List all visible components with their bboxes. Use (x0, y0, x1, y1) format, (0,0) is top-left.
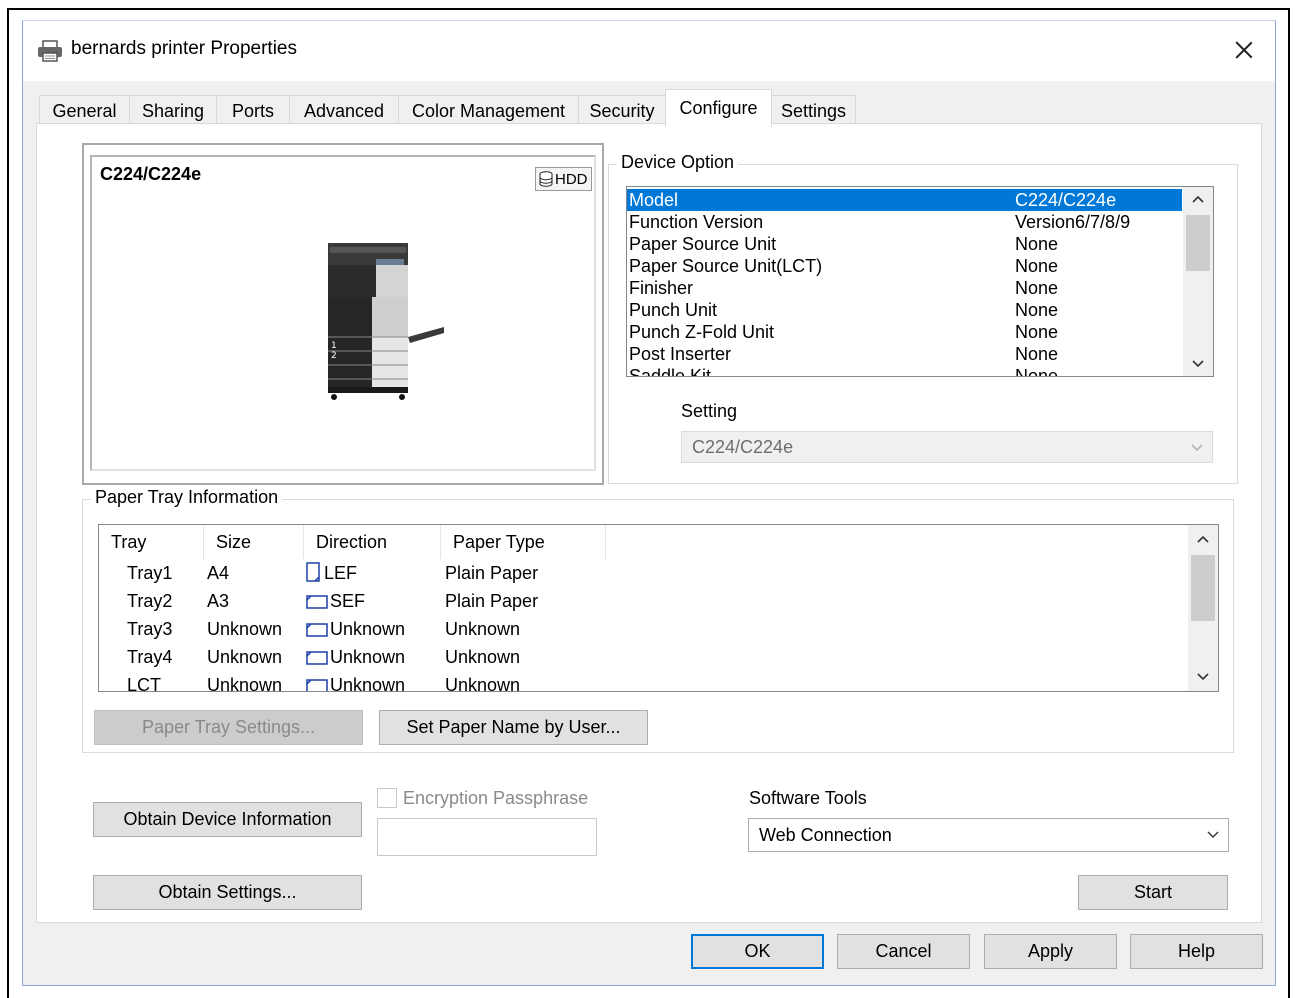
scroll-down-icon[interactable] (1188, 665, 1218, 689)
encryption-passphrase-label: Encryption Passphrase (403, 788, 589, 808)
sef-orientation-icon (306, 651, 328, 665)
paper-type-cell: Plain Paper (445, 563, 539, 583)
list-item[interactable]: Paper Source Unit(LCT) None (627, 255, 1182, 277)
list-item[interactable]: Paper Source Unit None (627, 233, 1182, 255)
direction-cell: Unknown (306, 615, 405, 643)
encryption-passphrase-input[interactable] (377, 818, 597, 856)
setting-dropdown[interactable]: C224/C224e (681, 431, 1213, 463)
column-header-paper-type[interactable]: Paper Type (441, 525, 606, 559)
preview-panel: C224/C224e HDD 1 2 (90, 155, 596, 471)
sef-orientation-icon (306, 679, 328, 691)
direction-cell: SEF (306, 587, 365, 615)
size-cell: A4 (207, 563, 230, 583)
scroll-down-icon[interactable] (1183, 352, 1213, 376)
list-item[interactable]: Punch Unit None (627, 299, 1182, 321)
paper-tray-settings-button[interactable]: Paper Tray Settings... (94, 710, 363, 745)
list-item[interactable]: Saddle Kit None (627, 365, 1182, 376)
scroll-up-icon[interactable] (1183, 187, 1213, 211)
chevron-down-icon (1207, 831, 1219, 838)
paper-type-cell: Unknown (445, 647, 521, 667)
set-paper-name-button[interactable]: Set Paper Name by User... (379, 710, 648, 745)
tray-cell: Tray1 (127, 563, 173, 583)
sef-orientation-icon (306, 623, 328, 637)
software-tools-label: Software Tools (749, 788, 867, 808)
size-cell: Unknown (207, 675, 283, 692)
close-icon[interactable] (1229, 35, 1259, 65)
paper-tray-label: Paper Tray Information (91, 487, 283, 508)
tray-cell: Tray4 (127, 647, 173, 667)
tray-cell: LCT (127, 675, 162, 692)
paper-tray-group: Paper Tray Information Tray Size Directi… (82, 487, 1234, 753)
direction-cell: Unknown (306, 671, 405, 691)
list-item[interactable]: Finisher None (627, 277, 1182, 299)
mfp-printer-image: 1 2 (328, 243, 444, 400)
printer-icon (38, 40, 62, 62)
hdd-label: HDD (555, 170, 588, 188)
tray-cell: Tray3 (127, 619, 173, 639)
device-option-label: Device Option (617, 152, 739, 173)
size-cell: Unknown (207, 647, 283, 667)
device-option-group: Device Option Model C224/C224e Function … (608, 152, 1238, 484)
encryption-checkbox[interactable] (377, 788, 397, 808)
configure-page: C224/C224e HDD 1 2 Device Option Model C… (36, 123, 1262, 923)
obtain-settings-button[interactable]: Obtain Settings... (93, 875, 362, 910)
list-item[interactable]: Post Inserter None (627, 343, 1182, 365)
size-cell: Unknown (207, 619, 283, 639)
tray-mark-2: 2 (331, 351, 337, 361)
window-title: bernards printer Properties (71, 38, 297, 59)
tray-cell: Tray2 (127, 591, 173, 611)
cancel-button[interactable]: Cancel (837, 934, 970, 969)
paper-type-cell: Plain Paper (445, 591, 539, 611)
direction-cell: Unknown (306, 643, 405, 671)
direction-cell: LEF (306, 559, 357, 587)
scrollbar-thumb[interactable] (1191, 555, 1215, 621)
scroll-up-icon[interactable] (1188, 527, 1218, 551)
paper-type-cell: Unknown (445, 619, 521, 639)
obtain-device-information-button[interactable]: Obtain Device Information (93, 802, 362, 837)
tab-configure[interactable]: Configure (665, 89, 772, 127)
hdd-icon (539, 171, 553, 187)
chevron-down-icon (1191, 444, 1203, 451)
setting-label: Setting (681, 401, 738, 421)
paper-tray-table[interactable]: Tray Size Direction Paper Type Tray1 A4 … (98, 524, 1219, 692)
list-item[interactable]: Function Version Version6/7/8/9 (627, 211, 1182, 233)
list-item[interactable]: Model C224/C224e (627, 189, 1182, 211)
device-option-scrollbar[interactable] (1183, 187, 1213, 376)
paper-type-cell: Unknown (445, 675, 521, 692)
device-option-list[interactable]: Model C224/C224e Function Version Versio… (626, 186, 1214, 377)
column-header-size[interactable]: Size (204, 525, 304, 559)
column-header-direction[interactable]: Direction (304, 525, 441, 559)
apply-button[interactable]: Apply (984, 934, 1117, 969)
lef-orientation-icon (306, 562, 320, 582)
hdd-badge: HDD (535, 167, 592, 191)
paper-tray-scrollbar[interactable] (1188, 525, 1218, 691)
tray-mark-1: 1 (331, 341, 337, 351)
ok-button[interactable]: OK (691, 934, 824, 969)
start-button[interactable]: Start (1078, 875, 1228, 910)
preview-model-name: C224/C224e (100, 164, 202, 184)
software-tools-dropdown[interactable]: Web Connection (748, 818, 1229, 852)
column-header-tray[interactable]: Tray (99, 525, 204, 559)
title-bar: bernards printer Properties (23, 21, 1275, 81)
software-tools-value: Web Connection (759, 824, 892, 845)
sef-orientation-icon (306, 595, 328, 609)
size-cell: A3 (207, 591, 230, 611)
list-item[interactable]: Punch Z-Fold Unit None (627, 321, 1182, 343)
scrollbar-thumb[interactable] (1186, 215, 1210, 271)
printer-preview: C224/C224e HDD 1 2 (82, 143, 604, 485)
help-button[interactable]: Help (1130, 934, 1263, 969)
setting-value: C224/C224e (692, 436, 794, 457)
properties-dialog: bernards printer Properties General Shar… (22, 20, 1276, 986)
